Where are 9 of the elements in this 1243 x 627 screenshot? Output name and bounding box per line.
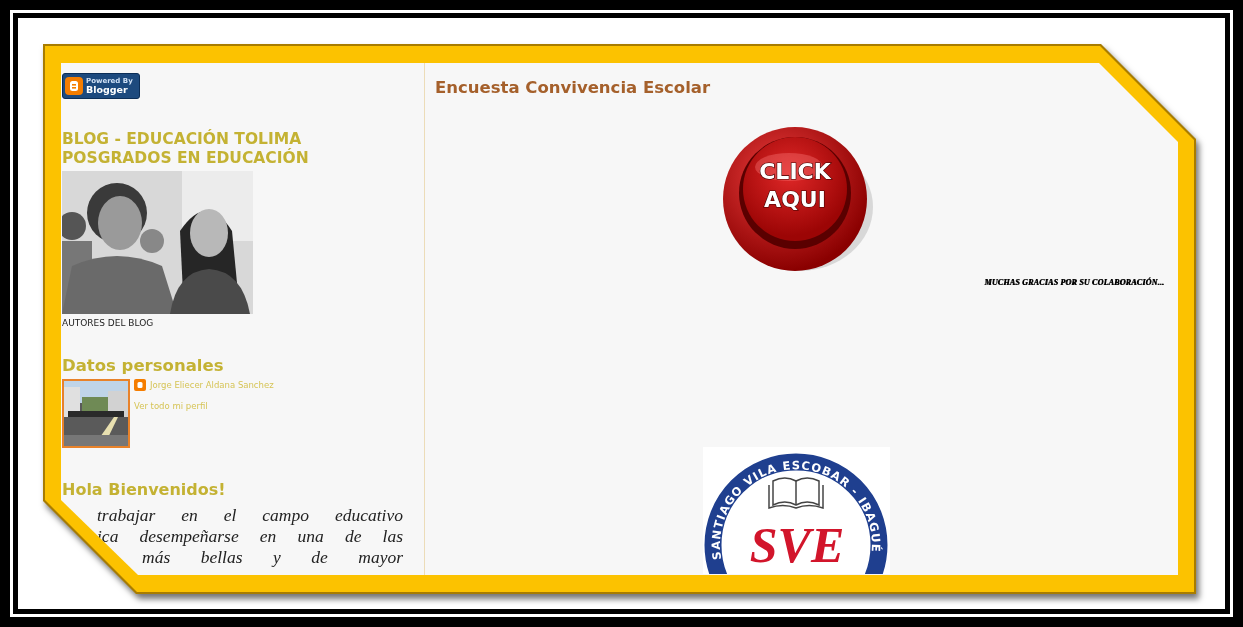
blogger-icon <box>134 379 146 391</box>
blogger-logo-icon <box>65 77 83 95</box>
blog-title: BLOG - EDUCACIÓN TOLIMA POSGRADOS EN EDUCACIÓN <box>62 130 309 168</box>
thanks-message: MUCHAS GRACIAS POR SU COLABORACIÓN... <box>984 278 1164 287</box>
photo-caption: AUTORES DEL BLOG <box>62 318 154 328</box>
section-heading: Datos personales <box>62 356 224 375</box>
section-heading: Hola Bienvenidos! <box>62 480 226 499</box>
badge-label: Blogger <box>86 84 128 95</box>
post-title: Encuesta Convivencia Escolar <box>435 78 712 97</box>
